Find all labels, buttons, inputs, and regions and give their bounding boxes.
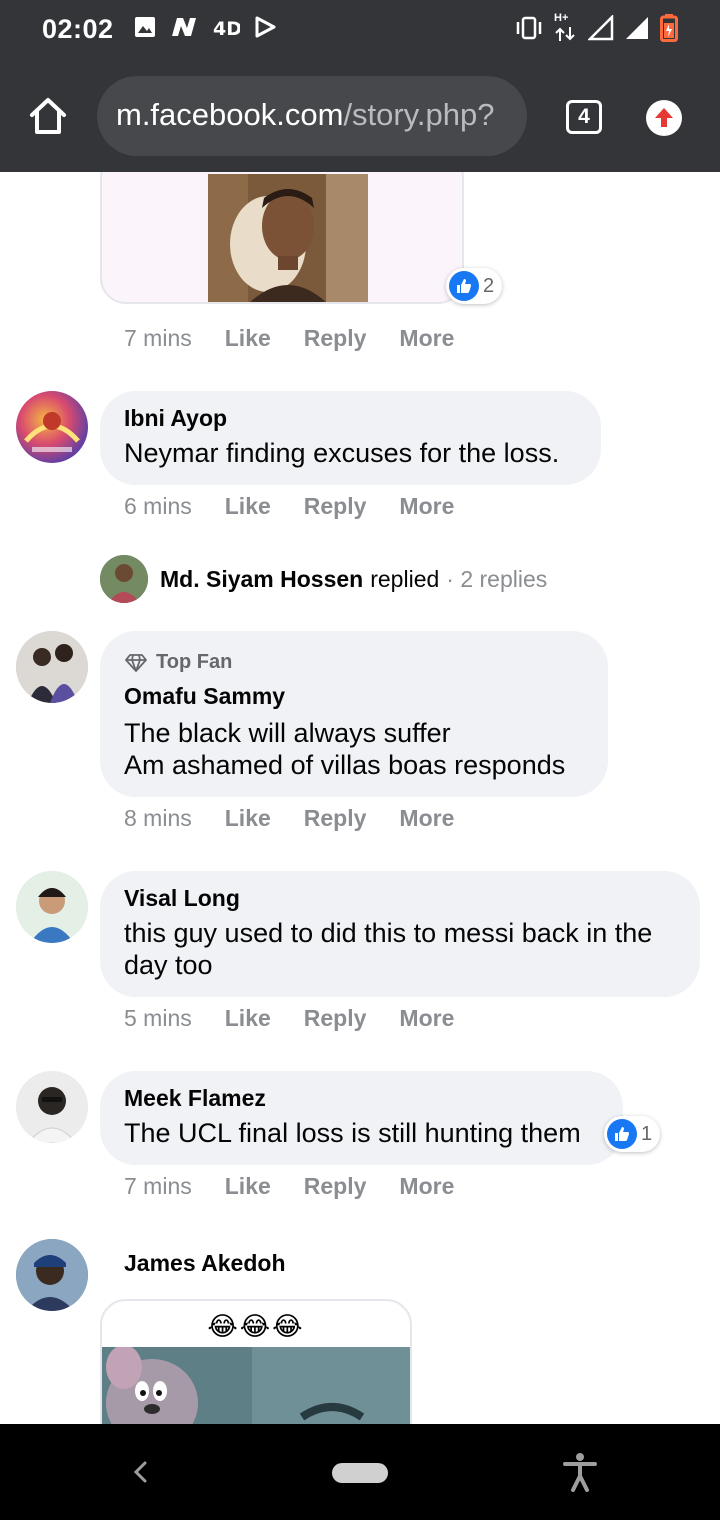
comment-bubble[interactable]: Top Fan Omafu Sammy The black will alway… [100,631,608,797]
reply-button[interactable]: Reply [304,805,367,832]
avatar[interactable] [16,1071,88,1143]
avatar[interactable] [16,871,88,943]
comment-text-line: Am ashamed of villas boas responds [124,750,566,780]
reply-button[interactable]: Reply [304,493,367,520]
url-host: m.facebook.com [116,97,344,132]
more-button[interactable]: More [399,325,454,352]
update-button[interactable] [646,100,682,136]
4d-app-icon: 4D [213,18,240,38]
like-button[interactable]: Like [225,1173,271,1200]
signal-icon [626,17,648,39]
like-button[interactable]: Like [225,1005,271,1032]
n-app-icon [172,18,196,36]
comment-actions: 5 mins Like Reply More [124,1005,487,1032]
status-time: 02:02 [42,14,114,44]
comment-time: 5 mins [124,1005,192,1031]
hplus-data-icon: H+ [554,12,578,42]
comment-time: 7 mins [124,1173,192,1199]
reaction-number: 1 [641,1122,653,1145]
comment-actions: 6 mins Like Reply More [124,493,487,520]
system-icons: H+ [514,12,678,42]
comment-author[interactable]: James Akedoh [124,1250,286,1277]
image-caption: 😂😂😂 [207,1311,305,1341]
tab-switcher-button[interactable]: 4 [566,100,602,134]
comment-reaction-count[interactable]: 2 [446,268,503,304]
comment-author[interactable]: Omafu Sammy [124,683,285,710]
like-button[interactable]: Like [225,805,271,832]
comment-author[interactable]: Visal Long [124,885,240,912]
replies-count: · 2 replies [446,565,548,592]
home-button[interactable] [26,94,70,138]
home-pill-button[interactable] [332,1463,388,1483]
reply-button[interactable]: Reply [304,325,367,352]
comment-actions: 7 mins Like Reply More [124,1173,487,1200]
like-reaction-icon [607,1119,637,1149]
comment-actions: 8 mins Like Reply More [124,805,487,832]
avatar[interactable] [16,631,88,703]
battery-icon [660,14,678,42]
comment-text: The UCL final loss is still hunting them [124,1118,581,1148]
more-button[interactable]: More [399,1005,454,1032]
system-nav-bar [0,1424,720,1520]
comment-photo [102,1347,410,1424]
comment-image-card[interactable] [100,172,464,304]
url-path: /story.php? [343,97,495,132]
like-reaction-icon [449,271,479,301]
comment-image-card[interactable]: 😂😂😂 [100,1299,412,1424]
image-icon [135,17,155,37]
app-root: 02:02 4D H+ m.facebook.com/story.php? 4 [0,0,720,1520]
comment-author[interactable]: Ibni Ayop [124,405,227,432]
accessibility-icon[interactable] [562,1452,598,1492]
network-label: H+ [554,12,569,24]
reaction-number: 2 [483,274,495,297]
comment-bubble[interactable]: Ibni Ayop Neymar finding excuses for the… [100,391,601,485]
status-bar: 02:02 4D H+ [0,0,720,62]
avatar [100,555,148,603]
replier-name: Md. Siyam Hossen [160,565,364,592]
more-button[interactable]: More [399,493,454,520]
browser-toolbar: m.facebook.com/story.php? 4 [0,62,720,172]
svg-text:4D: 4D [213,18,240,38]
url-text: m.facebook.com/story.php? [116,97,495,133]
comment-time: 7 mins [124,325,192,351]
comment-text-line: day too [124,950,213,980]
vibrate-icon [516,16,542,40]
avatar[interactable] [16,1239,88,1311]
more-button[interactable]: More [399,805,454,832]
reply-button[interactable]: Reply [304,1173,367,1200]
replies-link[interactable]: Md. Siyam Hossen replied · 2 replies [100,555,547,603]
arrow-up-icon [655,108,673,127]
comment-reaction-count[interactable]: 1 [604,1116,661,1152]
more-button[interactable]: More [399,1173,454,1200]
top-fan-badge: Top Fan [124,651,232,674]
comment-text-line: this guy used to did this to messi back … [124,918,653,948]
comment-text: Neymar finding excuses for the loss. [124,438,560,468]
home-icon [30,98,66,134]
comment-time: 8 mins [124,805,192,831]
like-button[interactable]: Like [225,493,271,520]
comment-author[interactable]: Meek Flamez [124,1085,266,1112]
comment-bubble[interactable]: Meek Flamez The UCL final loss is still … [100,1071,623,1165]
comment-time: 6 mins [124,493,192,519]
diamond-icon [125,653,147,672]
play-store-icon [255,16,276,38]
reply-button[interactable]: Reply [304,1005,367,1032]
badge-label: Top Fan [156,651,233,673]
like-button[interactable]: Like [225,325,271,352]
comments-feed: 2 7 mins Like Reply More Ibni Ayop Neyma… [0,172,720,1424]
avatar[interactable] [16,391,88,463]
comment-actions: 7 mins Like Reply More [124,325,487,352]
signal-icon [588,15,614,41]
back-icon[interactable] [126,1457,156,1487]
notification-icons: 4D [134,16,276,38]
comment-photo [208,174,368,302]
comment-bubble[interactable]: Visal Long this guy used to did this to … [100,871,700,997]
replied-label: replied [370,565,440,592]
url-bar[interactable]: m.facebook.com/story.php? [97,76,527,156]
comment-text-line: The black will always suffer [124,718,451,748]
